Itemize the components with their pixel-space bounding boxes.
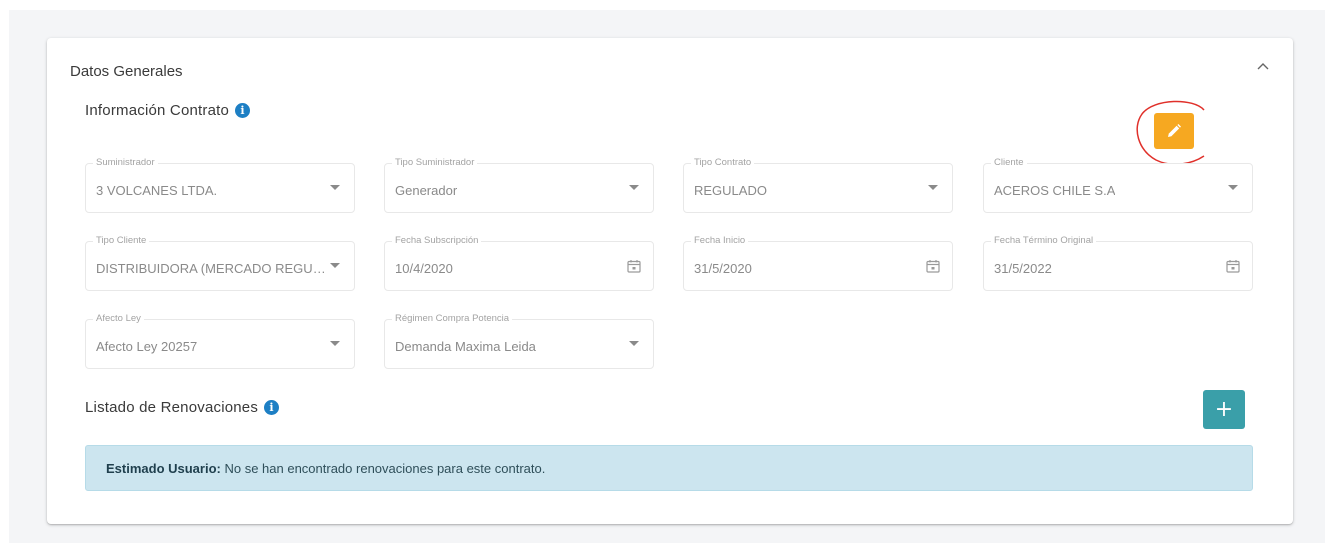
chevron-down-icon[interactable] xyxy=(627,337,641,351)
calendar-icon[interactable] xyxy=(1226,259,1240,273)
renewals-heading: Listado de Renovaciones i xyxy=(85,399,280,416)
field-value: 31/5/2022 xyxy=(994,261,1052,276)
tipo-suministrador-select[interactable]: Tipo Suministrador Generador xyxy=(384,157,654,213)
chevron-up-icon xyxy=(1257,63,1269,70)
field-label: Tipo Contrato xyxy=(691,157,755,169)
chevron-down-icon[interactable] xyxy=(1226,181,1240,195)
field-label: Afecto Ley xyxy=(93,313,144,325)
calendar-icon[interactable] xyxy=(627,259,641,273)
field-label: Tipo Suministrador xyxy=(392,157,478,169)
field-label: Cliente xyxy=(991,157,1027,169)
tipo-contrato-select[interactable]: Tipo Contrato REGULADO xyxy=(683,157,953,213)
fecha-termino-original-input[interactable]: Fecha Término Original 31/5/2022 xyxy=(983,235,1253,291)
chevron-down-icon[interactable] xyxy=(328,337,342,351)
collapse-button[interactable] xyxy=(1253,56,1273,76)
field-value: Demanda Maxima Leida xyxy=(395,339,536,354)
tipo-cliente-select[interactable]: Tipo Cliente DISTRIBUIDORA (MERCADO REGU… xyxy=(85,235,355,291)
alert-strong-text: Estimado Usuario: xyxy=(106,461,221,476)
field-value: 31/5/2020 xyxy=(694,261,752,276)
field-value: REGULADO xyxy=(694,183,767,198)
field-label: Fecha Término Original xyxy=(991,235,1097,247)
field-value: 3 VOLCANES LTDA. xyxy=(96,183,218,198)
field-value: Generador xyxy=(395,183,458,198)
add-renewal-button[interactable]: + xyxy=(1203,390,1245,429)
regimen-compra-potencia-select[interactable]: Régimen Compra Potencia Demanda Maxima L… xyxy=(384,313,654,369)
field-label: Fecha Inicio xyxy=(691,235,749,247)
chevron-down-icon[interactable] xyxy=(328,181,342,195)
field-value: 10/4/2020 xyxy=(395,261,453,276)
contract-info-title: Información Contrato xyxy=(85,102,230,119)
alert-text: No se han encontrado renovaciones para e… xyxy=(220,461,546,476)
contract-info-heading: Información Contrato i xyxy=(85,102,251,119)
cliente-select[interactable]: Cliente ACEROS CHILE S.A xyxy=(983,157,1253,213)
fecha-inicio-input[interactable]: Fecha Inicio 31/5/2020 xyxy=(683,235,953,291)
fecha-subscripcion-input[interactable]: Fecha Subscripción 10/4/2020 xyxy=(384,235,654,291)
field-value: ACEROS CHILE S.A xyxy=(994,183,1116,198)
pencil-icon xyxy=(1168,124,1181,137)
calendar-icon[interactable] xyxy=(926,259,940,273)
info-icon[interactable]: i xyxy=(264,400,280,415)
datos-generales-card: Datos Generales Información Contrato i S… xyxy=(47,38,1293,524)
edit-button[interactable] xyxy=(1154,113,1194,149)
afecto-ley-select[interactable]: Afecto Ley Afecto Ley 20257 xyxy=(85,313,355,369)
chevron-down-icon[interactable] xyxy=(328,259,342,273)
field-label: Suministrador xyxy=(93,157,158,169)
field-label: Fecha Subscripción xyxy=(392,235,482,247)
chevron-down-icon[interactable] xyxy=(627,181,641,195)
field-label: Régimen Compra Potencia xyxy=(392,313,513,325)
chevron-down-icon[interactable] xyxy=(926,181,940,195)
field-value: Afecto Ley 20257 xyxy=(96,339,198,354)
card-title: Datos Generales xyxy=(70,63,183,80)
info-icon[interactable]: i xyxy=(235,103,251,118)
no-renewals-alert: Estimado Usuario: No se han encontrado r… xyxy=(85,445,1253,491)
field-value: DISTRIBUIDORA (MERCADO REGULADO) xyxy=(96,261,328,276)
renewals-title: Listado de Renovaciones xyxy=(85,399,259,416)
field-label: Tipo Cliente xyxy=(93,235,150,247)
suministrador-select[interactable]: Suministrador 3 VOLCANES LTDA. xyxy=(85,157,355,213)
